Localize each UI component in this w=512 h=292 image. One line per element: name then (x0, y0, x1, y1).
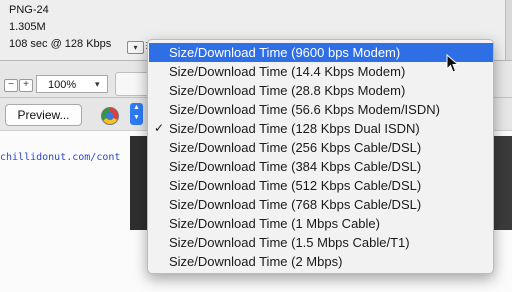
menu-item[interactable]: Size/Download Time (384 Kbps Cable/DSL) (149, 157, 493, 176)
menu-item[interactable]: Size/Download Time (768 Kbps Cable/DSL) (149, 195, 493, 214)
zoom-in-button[interactable]: + (19, 79, 33, 92)
menu-item-label: Size/Download Time (2 Mbps) (169, 254, 343, 269)
menu-item-label: Size/Download Time (1 Mbps Cable) (169, 216, 380, 231)
menu-item[interactable]: Size/Download Time (28.8 Kbps Modem) (149, 81, 493, 100)
menu-item[interactable]: ✓ Size/Download Time (128 Kbps Dual ISDN) (149, 119, 493, 138)
menu-item-label: Size/Download Time (512 Kbps Cable/DSL) (169, 178, 422, 193)
menu-item-label: Size/Download Time (768 Kbps Cable/DSL) (169, 197, 422, 212)
menu-item[interactable]: Size/Download Time (256 Kbps Cable/DSL) (149, 138, 493, 157)
menu-item-label: Size/Download Time (9600 bps Modem) (169, 45, 401, 60)
menu-item-label: Size/Download Time (14.4 Kbps Modem) (169, 64, 406, 79)
menu-item-label: Size/Download Time (128 Kbps Dual ISDN) (169, 121, 420, 136)
download-time-label: 108 sec @ 128 Kbps (9, 38, 112, 50)
download-time-popup-menu: Size/Download Time (9600 bps Modem) Size/… (147, 39, 494, 274)
menu-item[interactable]: Size/Download Time (1 Mbps Cable) (149, 214, 493, 233)
preview-url[interactable]: chillidonut.com/cont (0, 152, 120, 163)
zoom-out-button[interactable]: − (4, 79, 18, 92)
checkmark-icon: ✓ (154, 121, 165, 135)
chevron-down-icon[interactable]: ▾ (95, 79, 100, 90)
menu-item[interactable]: Size/Download Time (14.4 Kbps Modem) (149, 62, 493, 81)
mouse-pointer-icon (446, 54, 460, 73)
file-size-label: 1.305M (9, 21, 46, 33)
menu-item[interactable]: Size/Download Time (9600 bps Modem) (149, 43, 493, 62)
menu-item[interactable]: Size/Download Time (1.5 Mbps Cable/T1) (149, 233, 493, 252)
menu-item[interactable]: Size/Download Time (56.6 Kbps Modem/ISDN… (149, 100, 493, 119)
menu-item-label: Size/Download Time (28.8 Kbps Modem) (169, 83, 406, 98)
menu-arrow-icon: ▾ (133, 43, 138, 52)
menu-item-label: Size/Download Time (256 Kbps Cable/DSL) (169, 140, 422, 155)
menu-item[interactable]: Size/Download Time (2 Mbps) (149, 252, 493, 271)
menu-item-label: Size/Download Time (384 Kbps Cable/DSL) (169, 159, 422, 174)
menu-item[interactable]: Size/Download Time (512 Kbps Cable/DSL) (149, 176, 493, 195)
menu-item-label: Size/Download Time (1.5 Mbps Cable/T1) (169, 235, 410, 250)
browser-icon[interactable] (101, 107, 119, 125)
browser-select-stepper[interactable]: ▲ ▼ (130, 103, 143, 125)
download-time-menu-button[interactable]: ▾ (127, 41, 144, 54)
format-label: PNG-24 (9, 4, 49, 16)
menu-item-label: Size/Download Time (56.6 Kbps Modem/ISDN… (169, 102, 440, 117)
preview-button[interactable]: Preview... (5, 104, 82, 126)
panel-edge (505, 0, 512, 60)
